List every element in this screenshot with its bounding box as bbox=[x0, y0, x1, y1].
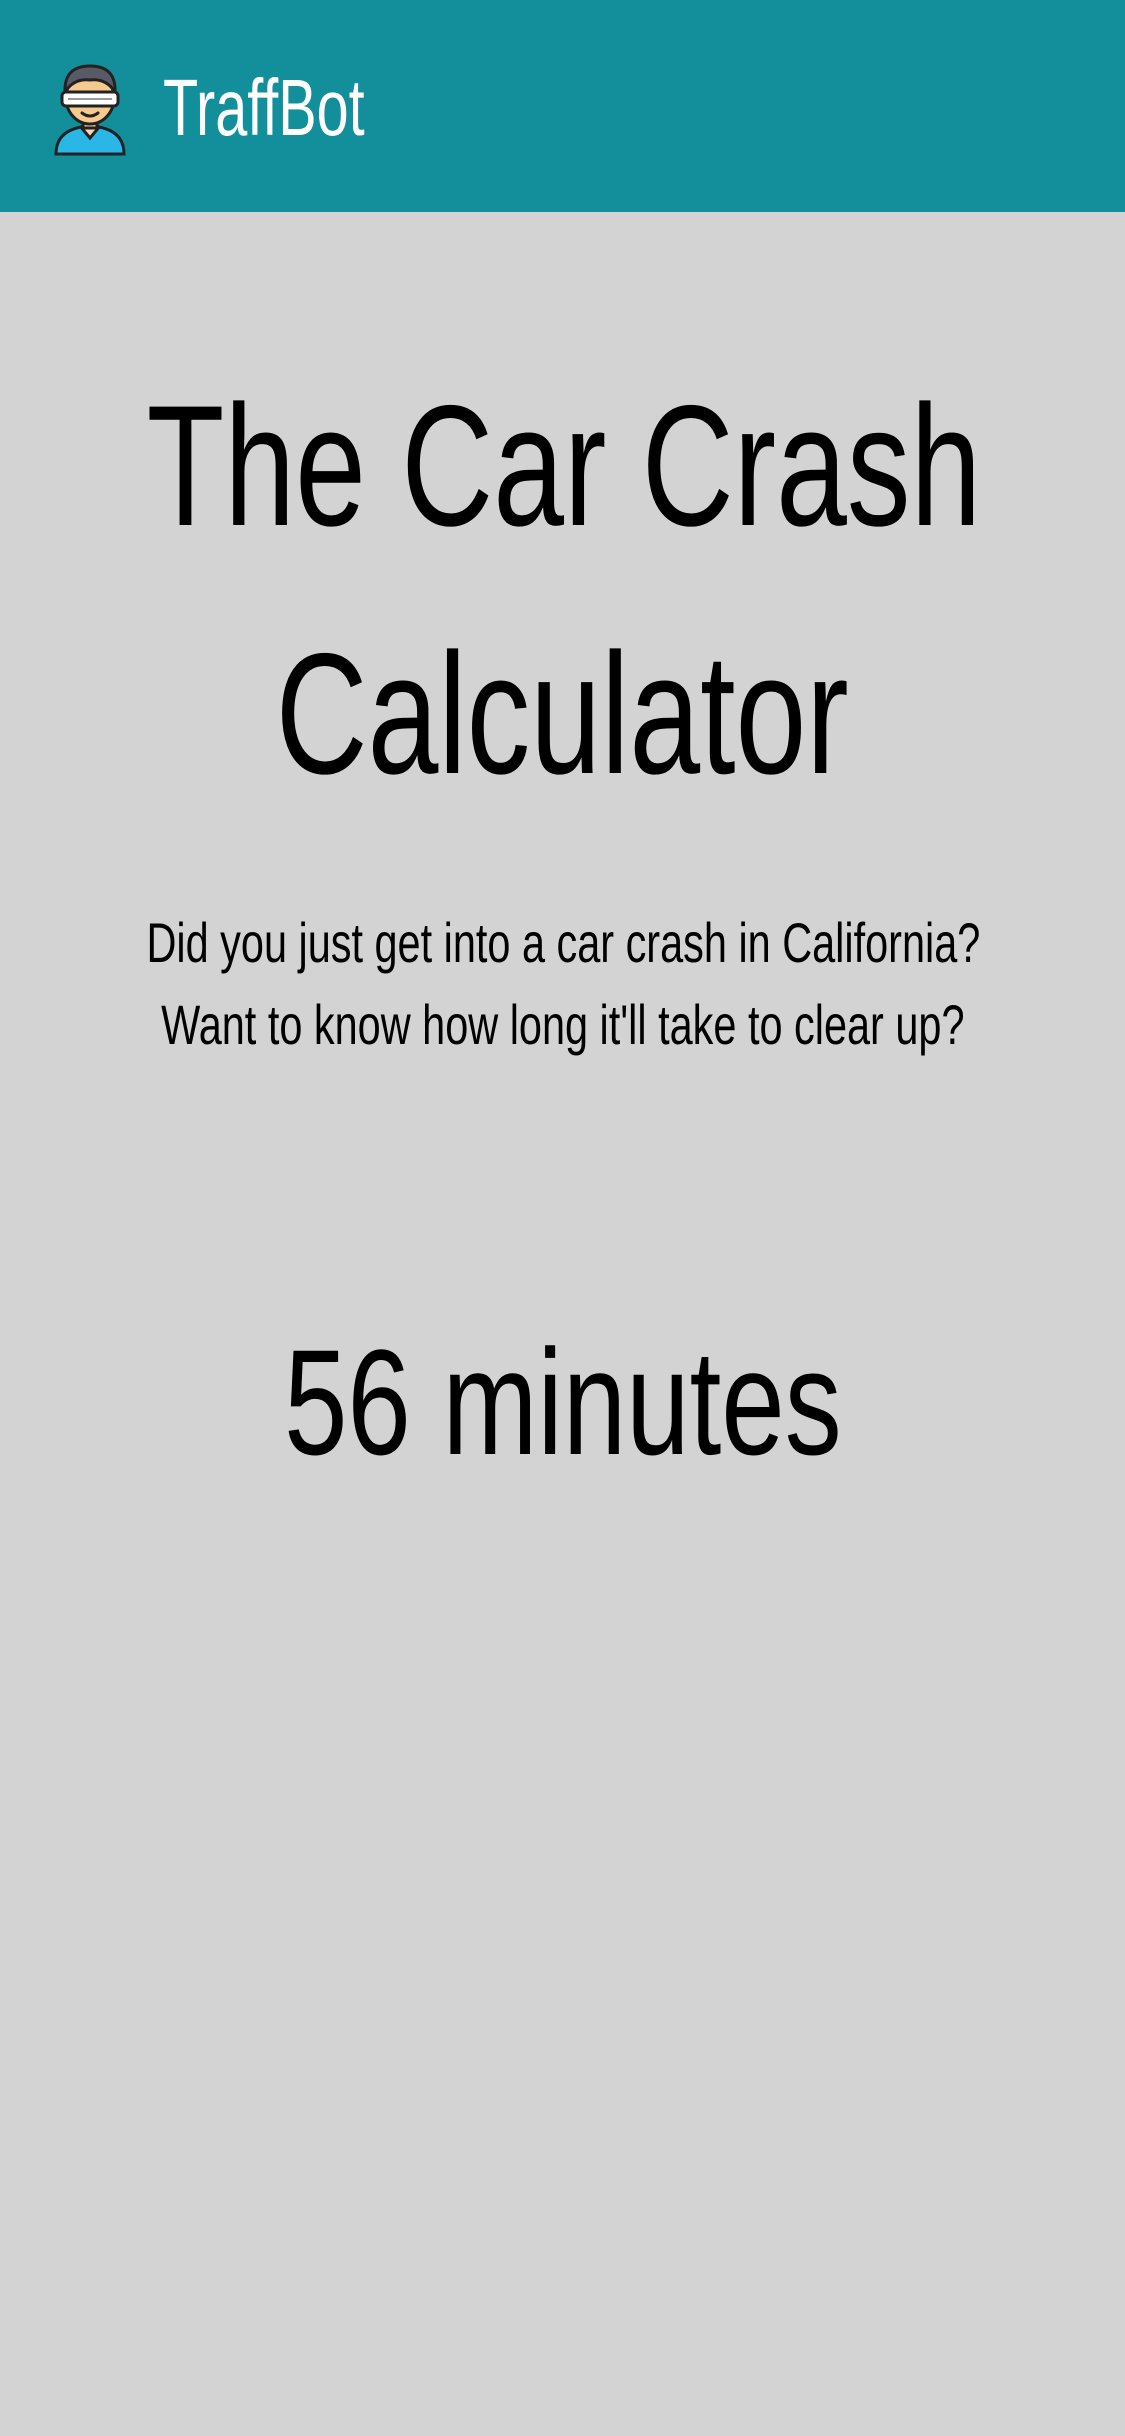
page-title-line2: Calculator bbox=[275, 618, 850, 810]
driver-avatar-icon[interactable] bbox=[50, 58, 130, 158]
app-header: TraffBot bbox=[0, 0, 1125, 212]
app-name[interactable]: TraffBot bbox=[163, 58, 365, 158]
page-title: The Car Crash Calculator bbox=[0, 342, 1125, 838]
page-description-line2: Want to know how long it'll take to clea… bbox=[160, 993, 965, 1056]
page-description-line1: Did you just get into a car crash in Cal… bbox=[146, 911, 981, 974]
page-description: Did you just get into a car crash in Cal… bbox=[0, 902, 1125, 1066]
clearance-time-result: 56 minutes bbox=[0, 1302, 1125, 1502]
clearance-time-value: 56 minutes bbox=[283, 1318, 842, 1486]
page-title-line1: The Car Crash bbox=[146, 370, 982, 562]
